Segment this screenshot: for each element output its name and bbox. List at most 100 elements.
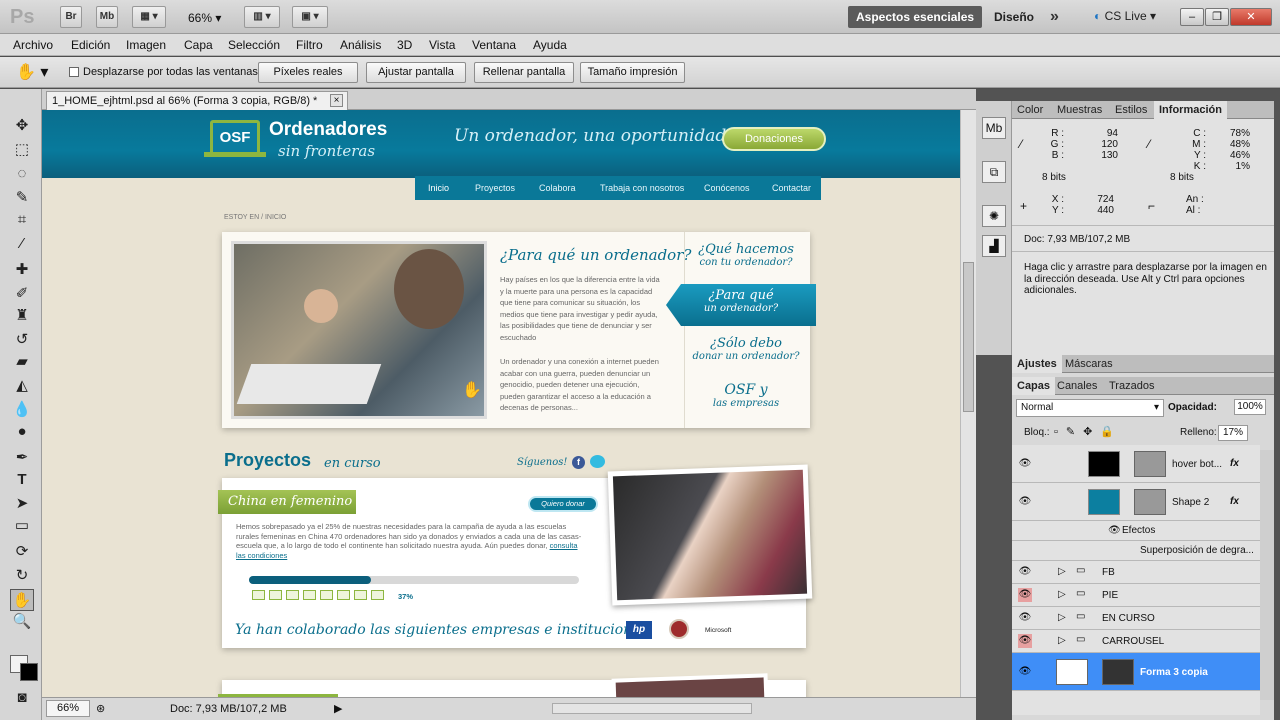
nav-inicio[interactable]: Inicio bbox=[428, 183, 449, 193]
side-link-3[interactable]: ¿Sólo debo donar un ordenador? bbox=[690, 336, 802, 362]
document-canvas[interactable]: OSF Ordenadores sin fronteras Un ordenad… bbox=[42, 110, 960, 697]
visibility-eye-icon[interactable]: 👁 bbox=[1018, 588, 1032, 602]
cs-live-menu[interactable]: ◐ CS Live ▾ bbox=[1094, 9, 1156, 23]
fill-field[interactable]: 17% bbox=[1218, 425, 1248, 441]
quick-mask-icon[interactable]: ◙ bbox=[10, 687, 34, 709]
menu-capa[interactable]: Capa bbox=[184, 38, 213, 52]
layers-scrollbar[interactable] bbox=[1260, 450, 1274, 700]
3d-rotate-tool-icon[interactable]: ⟳ bbox=[10, 541, 34, 563]
histogram-panel-icon[interactable]: ▟ bbox=[982, 235, 1006, 257]
layer-row[interactable]: 👁 hover bot... fx bbox=[1012, 445, 1260, 483]
selected-layer-row[interactable]: 👁 Forma 3 copia bbox=[1012, 653, 1260, 691]
zoom-level[interactable]: 66% ▾ bbox=[188, 11, 221, 25]
tab-color[interactable]: Color bbox=[1012, 101, 1048, 119]
menu-edicion[interactable]: Edición bbox=[71, 38, 110, 52]
visibility-eye-icon[interactable]: 👁 bbox=[1018, 634, 1032, 648]
group-row[interactable]: 👁 ▷ ▭ EN CURSO bbox=[1012, 607, 1260, 630]
menu-filtro[interactable]: Filtro bbox=[296, 38, 323, 52]
expand-arrow-icon[interactable]: ▷ bbox=[1058, 612, 1066, 623]
eyedropper-tool-icon[interactable]: ⁄ bbox=[10, 233, 34, 255]
tab-ajustes[interactable]: Ajustes bbox=[1012, 355, 1062, 373]
expand-arrow-icon[interactable]: ▷ bbox=[1058, 566, 1066, 577]
twitter-icon[interactable] bbox=[590, 455, 605, 468]
scroll-all-windows-checkbox[interactable] bbox=[69, 67, 79, 77]
actual-pixels-button[interactable]: Píxeles reales bbox=[258, 62, 358, 83]
pen-tool-icon[interactable]: ✒ bbox=[10, 447, 34, 469]
bridge-button[interactable]: Br bbox=[60, 6, 82, 28]
hand-tool-preset-icon[interactable]: ✋ ▾ bbox=[16, 62, 56, 84]
marquee-tool-icon[interactable]: ⬚ bbox=[10, 139, 34, 161]
effects-eye-icon[interactable]: 👁 bbox=[1108, 525, 1121, 536]
shape-tool-icon[interactable]: ▭ bbox=[10, 515, 34, 537]
menu-vista[interactable]: Vista bbox=[429, 38, 455, 52]
workspace-essentials[interactable]: Aspectos esenciales bbox=[848, 6, 983, 28]
tab-informacion[interactable]: Información bbox=[1154, 101, 1227, 119]
nav-conocenos[interactable]: Conócenos bbox=[704, 183, 750, 193]
minimize-button[interactable]: – bbox=[1180, 8, 1204, 26]
status-menu-arrow-icon[interactable]: ▶ bbox=[334, 702, 342, 715]
visibility-eye-icon[interactable]: 👁 bbox=[1018, 495, 1032, 509]
nav-colabora[interactable]: Colabora bbox=[539, 183, 576, 193]
menu-analisis[interactable]: Análisis bbox=[340, 38, 381, 52]
nav-contactar[interactable]: Contactar bbox=[772, 183, 811, 193]
workspace-design[interactable]: Diseño bbox=[986, 6, 1042, 28]
menu-ventana[interactable]: Ventana bbox=[472, 38, 516, 52]
side-link-2-active[interactable]: ¿Para qué un ordenador? bbox=[666, 284, 816, 326]
lock-icons[interactable]: ▫✎✥🔒 bbox=[1054, 425, 1122, 438]
side-link-1[interactable]: ¿Qué hacemos con tu ordenador? bbox=[690, 242, 802, 268]
canvas-vertical-scrollbar[interactable] bbox=[960, 110, 976, 697]
path-selection-tool-icon[interactable]: ➤ bbox=[10, 493, 34, 515]
zoom-tool-icon[interactable]: 🔍 bbox=[10, 611, 34, 633]
healing-brush-tool-icon[interactable]: ✚ bbox=[10, 259, 34, 281]
print-size-button[interactable]: Tamaño impresión bbox=[580, 62, 685, 83]
visibility-eye-icon[interactable]: 👁 bbox=[1018, 565, 1032, 579]
screen-mode-button[interactable]: ▣ ▾ bbox=[292, 6, 328, 28]
horizontal-scroll-thumb[interactable] bbox=[552, 703, 752, 714]
foreground-color-swatch[interactable] bbox=[20, 663, 38, 681]
clone-stamp-tool-icon[interactable]: ♜ bbox=[10, 305, 34, 327]
navigator-panel-icon[interactable]: ✺ bbox=[982, 205, 1006, 227]
menu-archivo[interactable]: Archivo bbox=[13, 38, 53, 52]
extras-button[interactable]: ▦ ▾ bbox=[132, 6, 166, 28]
menu-ayuda[interactable]: Ayuda bbox=[533, 38, 567, 52]
tab-capas[interactable]: Capas bbox=[1012, 377, 1056, 395]
group-row[interactable]: 👁 ▷ ▭ CARROUSEL bbox=[1012, 630, 1260, 653]
nav-proyectos[interactable]: Proyectos bbox=[475, 183, 515, 193]
layer-row[interactable]: 👁 Shape 2 fx bbox=[1012, 483, 1260, 521]
tab-mascaras[interactable]: Máscaras bbox=[1060, 355, 1118, 373]
visibility-eye-icon[interactable]: 👁 bbox=[1018, 457, 1032, 471]
mini-bridge-button[interactable]: Mb bbox=[96, 6, 118, 28]
effect-row[interactable]: Superposición de degra... bbox=[1012, 541, 1260, 561]
expand-arrow-icon[interactable]: ▷ bbox=[1058, 589, 1066, 600]
arrange-documents-button[interactable]: ▥ ▾ bbox=[244, 6, 280, 28]
lasso-tool-icon[interactable]: ◌ bbox=[10, 163, 34, 185]
close-window-button[interactable]: ✕ bbox=[1230, 8, 1272, 26]
crop-tool-icon[interactable]: ⌗ bbox=[10, 209, 34, 231]
brush-tool-icon[interactable]: ✐ bbox=[10, 283, 34, 305]
opacity-field[interactable]: 100% bbox=[1234, 399, 1266, 415]
layer-fx-icon[interactable]: fx bbox=[1230, 458, 1239, 469]
vertical-scroll-thumb[interactable] bbox=[963, 262, 974, 412]
tab-canales[interactable]: Canales bbox=[1052, 377, 1102, 395]
hand-tool-icon[interactable]: ✋ bbox=[10, 589, 34, 611]
history-brush-tool-icon[interactable]: ↺ bbox=[10, 329, 34, 351]
close-document-icon[interactable]: × bbox=[330, 94, 343, 107]
effects-row[interactable]: 👁 Efectos bbox=[1012, 521, 1260, 541]
mini-bridge-panel-icon[interactable]: Mb bbox=[982, 117, 1006, 139]
fit-screen-button[interactable]: Ajustar pantalla bbox=[366, 62, 466, 83]
paint-bucket-tool-icon[interactable]: ◭ bbox=[10, 375, 34, 397]
visibility-eye-icon[interactable]: 👁 bbox=[1018, 665, 1032, 679]
dodge-tool-icon[interactable]: ● bbox=[10, 421, 34, 443]
donate-button[interactable]: Donaciones bbox=[722, 127, 826, 151]
restore-button[interactable]: ❐ bbox=[1205, 8, 1229, 26]
visibility-eye-icon[interactable]: 👁 bbox=[1018, 611, 1032, 625]
type-tool-icon[interactable]: T bbox=[10, 469, 34, 491]
blur-tool-icon[interactable]: 💧 bbox=[10, 399, 34, 421]
history-panel-icon[interactable]: ⧉ bbox=[982, 161, 1006, 183]
tab-trazados[interactable]: Trazados bbox=[1104, 377, 1159, 395]
status-zoom-field[interactable]: 66% bbox=[46, 700, 90, 717]
3d-orbit-tool-icon[interactable]: ↻ bbox=[10, 565, 34, 587]
project-donate-button[interactable]: Quiero donar bbox=[528, 496, 598, 512]
tab-estilos[interactable]: Estilos bbox=[1110, 101, 1152, 119]
group-row[interactable]: 👁 ▷ ▭ PIE bbox=[1012, 584, 1260, 607]
